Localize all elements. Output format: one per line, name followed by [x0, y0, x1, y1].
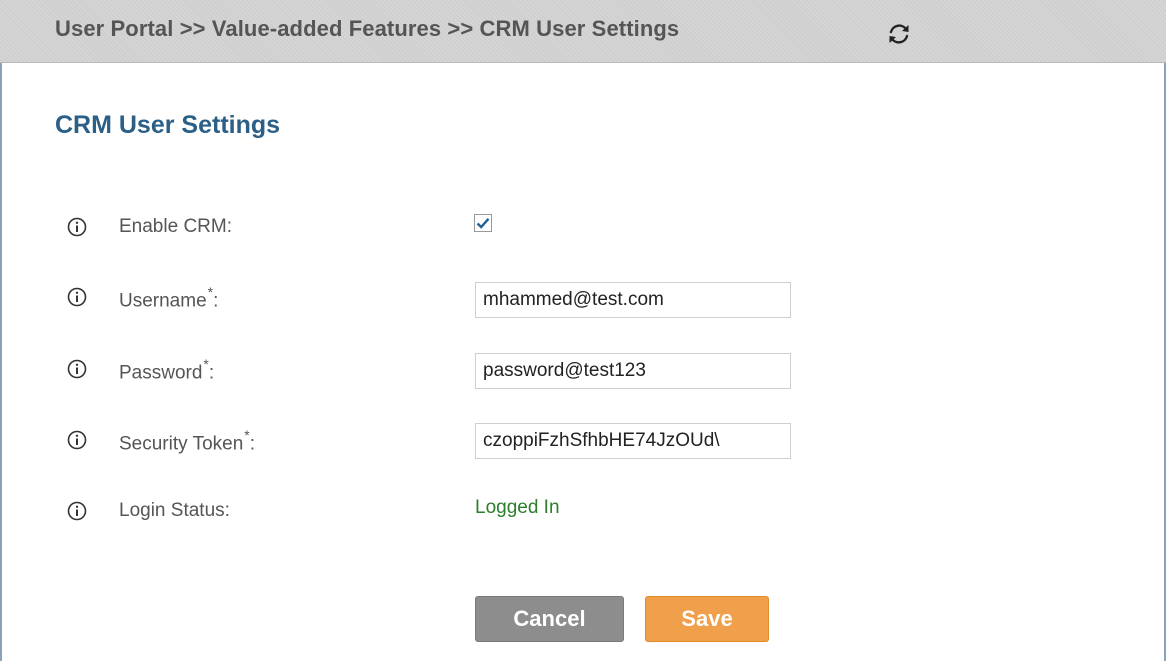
refresh-icon[interactable]	[886, 21, 912, 47]
required-marker: *	[203, 356, 209, 372]
username-label: Username*:	[119, 284, 219, 312]
page-title: CRM User Settings	[55, 111, 281, 139]
cancel-button[interactable]: Cancel	[475, 596, 624, 642]
required-marker: *	[207, 284, 214, 300]
required-marker: *	[244, 427, 250, 443]
security-token-label: Security Token*:	[119, 427, 256, 455]
username-input[interactable]	[475, 282, 791, 318]
info-circle-icon[interactable]	[66, 358, 88, 380]
enable-crm-label: Enable CRM:	[119, 216, 232, 237]
password-input[interactable]	[475, 353, 791, 389]
save-button[interactable]: Save	[645, 596, 769, 642]
breadcrumb: User Portal >> Value-added Features >> C…	[55, 16, 680, 41]
info-circle-icon[interactable]	[66, 216, 88, 238]
password-label: Password*:	[119, 356, 215, 384]
login-status-label: Login Status:	[119, 500, 230, 521]
info-circle-icon[interactable]	[66, 500, 88, 522]
info-circle-icon[interactable]	[66, 286, 88, 308]
window-frame	[0, 0, 1166, 661]
login-status-value: Logged In	[475, 497, 560, 518]
info-circle-icon[interactable]	[66, 429, 88, 451]
enable-crm-checkbox[interactable]	[474, 214, 492, 232]
security-token-input[interactable]	[475, 423, 791, 459]
header-bar: User Portal >> Value-added Features >> C…	[0, 0, 1166, 63]
